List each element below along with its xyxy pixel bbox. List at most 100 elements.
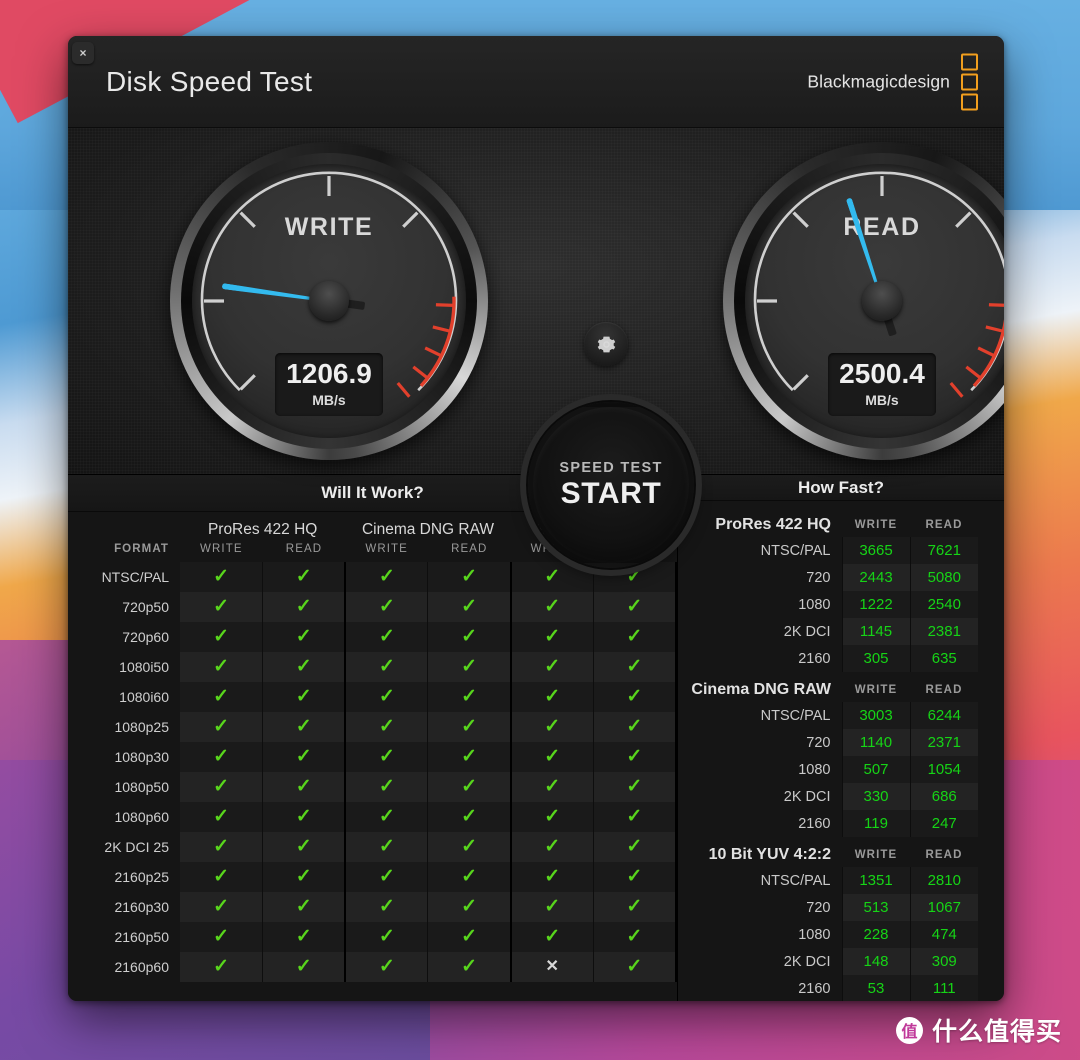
read-speed-value: 7621 xyxy=(909,537,978,564)
table-row: 1080p60 ✓ ✓ ✓ ✓ ✓ ✓ xyxy=(68,802,677,832)
write-speed-value: 3665 xyxy=(841,537,910,564)
check-icon: ✓ xyxy=(461,956,477,977)
group-header-prores: ProRes 422 HQ xyxy=(207,521,318,538)
table-row: 2K DCI 1145 2381 xyxy=(678,618,978,645)
support-cell-ok: ✓ xyxy=(345,742,429,772)
support-cell-ok: ✓ xyxy=(345,712,429,742)
blackmagic-mark-icon xyxy=(961,53,978,110)
check-icon: ✓ xyxy=(378,956,395,977)
format-row-label: 720p60 xyxy=(122,629,169,645)
support-cell-ok: ✓ xyxy=(345,772,429,802)
resolution-label: 1080 xyxy=(798,761,831,778)
write-speed-value: 513 xyxy=(841,894,910,921)
support-cell-ok: ✓ xyxy=(345,922,429,952)
check-icon: ✓ xyxy=(544,926,561,947)
support-cell-ok: ✓ xyxy=(262,832,347,862)
support-cell-ok: ✓ xyxy=(593,922,677,952)
support-cell-ok: ✓ xyxy=(510,862,594,892)
support-cell-ok: ✓ xyxy=(593,802,677,832)
close-icon: × xyxy=(79,46,87,60)
check-icon: ✓ xyxy=(213,596,230,617)
write-speed-value: 53 xyxy=(841,975,910,1001)
check-icon: ✓ xyxy=(295,926,312,947)
read-speed-value: 111 xyxy=(909,975,978,1001)
support-cell-ok: ✓ xyxy=(345,622,429,652)
settings-button[interactable] xyxy=(584,322,628,366)
table-row: 720p50 ✓ ✓ ✓ ✓ ✓ ✓ xyxy=(68,592,677,622)
support-cell-ok: ✓ xyxy=(427,562,512,592)
check-icon: ✓ xyxy=(213,806,230,827)
sub-prores-read: READ xyxy=(285,543,323,555)
check-icon: ✓ xyxy=(295,596,312,617)
table-row: NTSC/PAL 1351 2810 xyxy=(678,867,978,894)
check-icon: ✓ xyxy=(461,776,477,797)
check-icon: ✓ xyxy=(378,656,395,677)
how-fast-sections: ProRes 422 HQ WRITE READ NTSC/PAL 3665 7621 72… xyxy=(678,501,1004,1001)
table-row: 1080p30 ✓ ✓ ✓ ✓ ✓ ✓ xyxy=(68,742,677,772)
support-cell-ok: ✓ xyxy=(180,772,264,802)
support-cell-ok: ✓ xyxy=(427,862,512,892)
how-fast-section-header: 10 Bit YUV 4:2:2 WRITE READ xyxy=(678,837,978,867)
results-area: Will It Work? ProRes 422 HQ Cinema DNG R… xyxy=(68,475,1004,1001)
table-row: NTSC/PAL ✓ ✓ ✓ ✓ ✓ ✓ xyxy=(68,562,677,592)
how-fast-body: NTSC/PAL 1351 2810 720 513 1067 1080 228 474 2K D… xyxy=(678,867,978,1001)
support-cell-ok: ✓ xyxy=(345,892,429,922)
how-fast-read-header: READ xyxy=(925,684,963,696)
read-speed-value: 5080 xyxy=(909,564,978,591)
check-icon: ✓ xyxy=(213,716,230,737)
check-icon: ✓ xyxy=(378,566,395,587)
support-cell-ok: ✓ xyxy=(510,802,594,832)
support-cell-ok: ✓ xyxy=(262,862,347,892)
check-icon: ✓ xyxy=(544,746,561,767)
sub-dng-write: WRITE xyxy=(365,543,408,555)
check-icon: ✓ xyxy=(626,806,643,827)
check-icon: ✓ xyxy=(461,836,477,857)
resolution-label: 720 xyxy=(806,734,831,751)
support-cell-ok: ✓ xyxy=(427,682,512,712)
check-icon: ✓ xyxy=(626,656,643,677)
write-gauge-hub xyxy=(309,281,349,321)
check-icon: ✓ xyxy=(626,596,643,617)
support-cell-ok: ✓ xyxy=(510,652,594,682)
start-speed-test-button[interactable]: SPEED TEST START xyxy=(525,399,697,571)
check-icon: ✓ xyxy=(213,686,230,707)
check-icon: ✓ xyxy=(544,686,561,707)
support-cell-ok: ✓ xyxy=(262,772,347,802)
check-icon: ✓ xyxy=(213,746,230,767)
support-cell-ok: ✓ xyxy=(345,832,429,862)
format-row-label: 1080i50 xyxy=(119,659,169,675)
check-icon: ✓ xyxy=(626,746,643,767)
support-cell-ok: ✓ xyxy=(262,652,347,682)
check-icon: ✓ xyxy=(544,806,561,827)
table-row: 1080p50 ✓ ✓ ✓ ✓ ✓ ✓ xyxy=(68,772,677,802)
start-button-sublabel: SPEED TEST xyxy=(559,459,663,476)
support-cell-ok: ✓ xyxy=(262,562,347,592)
how-fast-section-header: ProRes 422 HQ WRITE READ xyxy=(678,507,978,537)
support-cell-fail: ✕ xyxy=(510,952,594,982)
check-icon: ✓ xyxy=(378,686,395,707)
check-icon: ✓ xyxy=(378,716,395,737)
resolution-label: 720 xyxy=(806,899,831,916)
table-row: 1080p25 ✓ ✓ ✓ ✓ ✓ ✓ xyxy=(68,712,677,742)
read-value: 2500.4 xyxy=(839,358,925,389)
table-row: 720p60 ✓ ✓ ✓ ✓ ✓ ✓ xyxy=(68,622,677,652)
check-icon: ✓ xyxy=(626,776,643,797)
table-row: 1080i60 ✓ ✓ ✓ ✓ ✓ ✓ xyxy=(68,682,677,712)
support-cell-ok: ✓ xyxy=(262,892,347,922)
smzdm-logo-icon: 值 xyxy=(895,1016,923,1044)
write-gauge-label: WRITE xyxy=(284,213,374,241)
support-cell-ok: ✓ xyxy=(510,922,594,952)
check-icon: ✓ xyxy=(378,866,395,887)
close-button[interactable]: × xyxy=(72,42,94,64)
check-icon: ✓ xyxy=(378,836,395,857)
resolution-label: 1080 xyxy=(798,596,831,613)
support-cell-ok: ✓ xyxy=(345,592,429,622)
check-icon: ✓ xyxy=(378,596,395,617)
check-icon: ✓ xyxy=(461,656,477,677)
resolution-label: NTSC/PAL xyxy=(760,872,831,889)
check-icon: ✓ xyxy=(626,716,643,737)
support-cell-ok: ✓ xyxy=(593,622,677,652)
brand-name: Blackmagicdesign xyxy=(807,71,950,91)
write-speed-value: 305 xyxy=(841,645,910,672)
check-icon: ✓ xyxy=(544,566,561,587)
